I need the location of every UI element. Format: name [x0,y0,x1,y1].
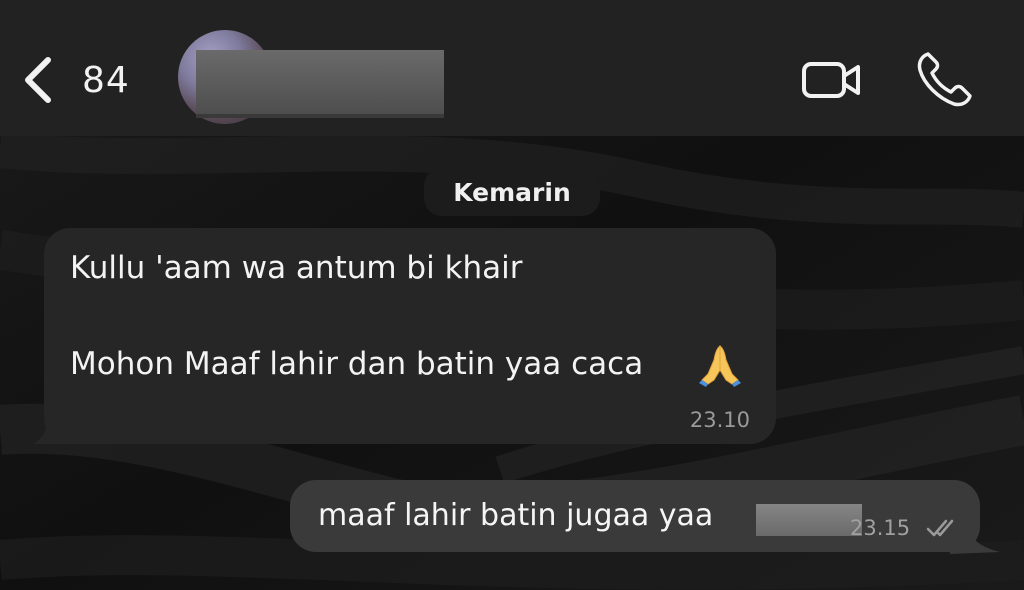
message-text: maaf lahir batin jugaa yaa [318,498,714,533]
message-text-line: Mohon Maaf lahir dan batin yaa caca [70,346,644,382]
message-text-line: Kullu 'aam wa antum bi khair [70,250,523,286]
outgoing-message-bubble[interactable]: maaf lahir batin jugaa yaa 23.15 [290,480,980,552]
date-separator: Kemarin [424,168,600,216]
incoming-message-bubble[interactable]: Kullu 'aam wa antum bi khair Mohon Maaf … [44,228,776,444]
redacted-text [756,504,862,536]
phone-icon [917,52,972,107]
chat-header: 84 [0,0,1024,136]
chat-screen: 84 Kemarin Kullu 'aam wa antum bi khair … [0,0,1024,590]
video-call-button[interactable] [800,56,864,104]
unread-count: 84 [82,59,130,101]
folded-hands-icon [699,345,741,387]
message-timestamp: 23.15 [850,516,911,540]
double-check-icon [926,519,954,537]
contact-name-redacted[interactable] [196,50,444,114]
message-timestamp: 23.10 [689,408,750,432]
back-button[interactable]: 84 [20,52,140,108]
video-camera-icon [802,62,860,98]
chevron-left-icon [20,52,56,108]
voice-call-button[interactable] [912,48,976,112]
